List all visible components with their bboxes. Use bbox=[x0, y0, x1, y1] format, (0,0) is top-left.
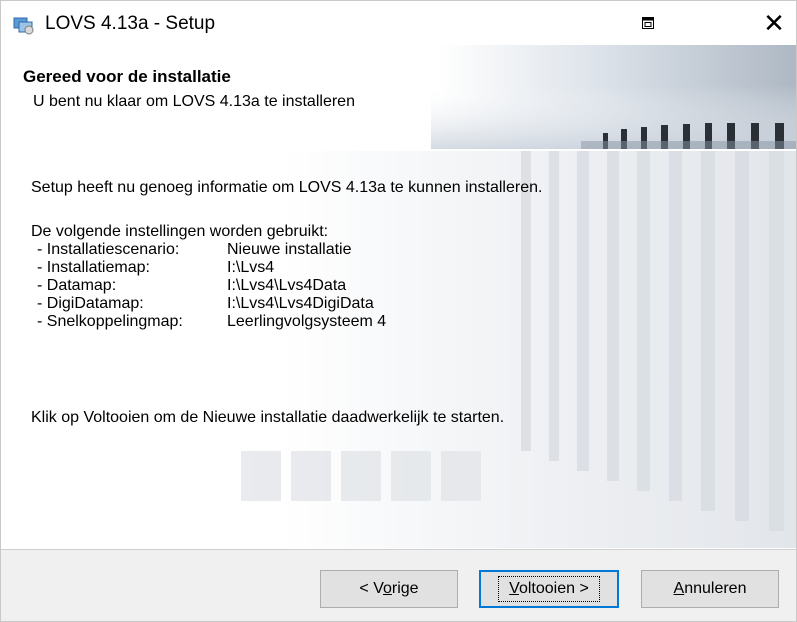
restore-window-icon bbox=[642, 17, 654, 29]
setting-label: - DigiDatamap: bbox=[37, 295, 144, 312]
setup-window: LOVS 4.13a - Setup ✕ Gereed voor de inst… bbox=[0, 0, 797, 622]
content-area: Setup heeft nu genoeg informatie om LOVS… bbox=[1, 151, 796, 548]
window-title: LOVS 4.13a - Setup bbox=[45, 13, 216, 34]
instruction-text: Klik op Voltooien om de Nieuwe installat… bbox=[31, 409, 505, 426]
cancel-label: Annuleren bbox=[673, 580, 747, 597]
setup-app-icon bbox=[13, 17, 34, 35]
settings-heading: De volgende instellingen worden gebruikt… bbox=[31, 223, 329, 240]
setting-value: Nieuwe installatie bbox=[227, 241, 352, 258]
setting-label: - Installatiemap: bbox=[37, 259, 150, 276]
finish-button[interactable]: Voltooien > bbox=[479, 570, 619, 608]
setting-label: - Snelkoppelingmap: bbox=[37, 313, 183, 330]
finish-label: Voltooien > bbox=[498, 576, 600, 602]
setting-value: I:\Lvs4\Lvs4Data bbox=[227, 277, 347, 294]
page-title: Gereed voor de installatie bbox=[23, 67, 231, 86]
intro-text: Setup heeft nu genoeg informatie om LOVS… bbox=[31, 179, 543, 196]
title-bar: LOVS 4.13a - Setup ✕ bbox=[1, 1, 796, 45]
cancel-button[interactable]: Annuleren bbox=[641, 570, 779, 608]
close-button[interactable]: ✕ bbox=[751, 1, 796, 45]
previous-label: < Vorige bbox=[359, 580, 419, 597]
setting-value: Leerlingvolgsysteem 4 bbox=[227, 313, 387, 330]
restore-button[interactable] bbox=[625, 1, 671, 45]
building-watermark bbox=[1, 151, 796, 548]
setting-value: I:\Lvs4 bbox=[227, 259, 275, 276]
page-subtitle: U bent nu klaar om LOVS 4.13a te install… bbox=[33, 93, 355, 110]
header-band: Gereed voor de installatie U bent nu kla… bbox=[1, 45, 796, 149]
setting-label: - Installatiescenario: bbox=[37, 241, 180, 258]
setting-value: I:\Lvs4\Lvs4DigiData bbox=[227, 295, 374, 312]
close-icon: ✕ bbox=[763, 7, 785, 38]
setting-label: - Datamap: bbox=[37, 277, 117, 294]
previous-button[interactable]: < Vorige bbox=[320, 570, 458, 608]
